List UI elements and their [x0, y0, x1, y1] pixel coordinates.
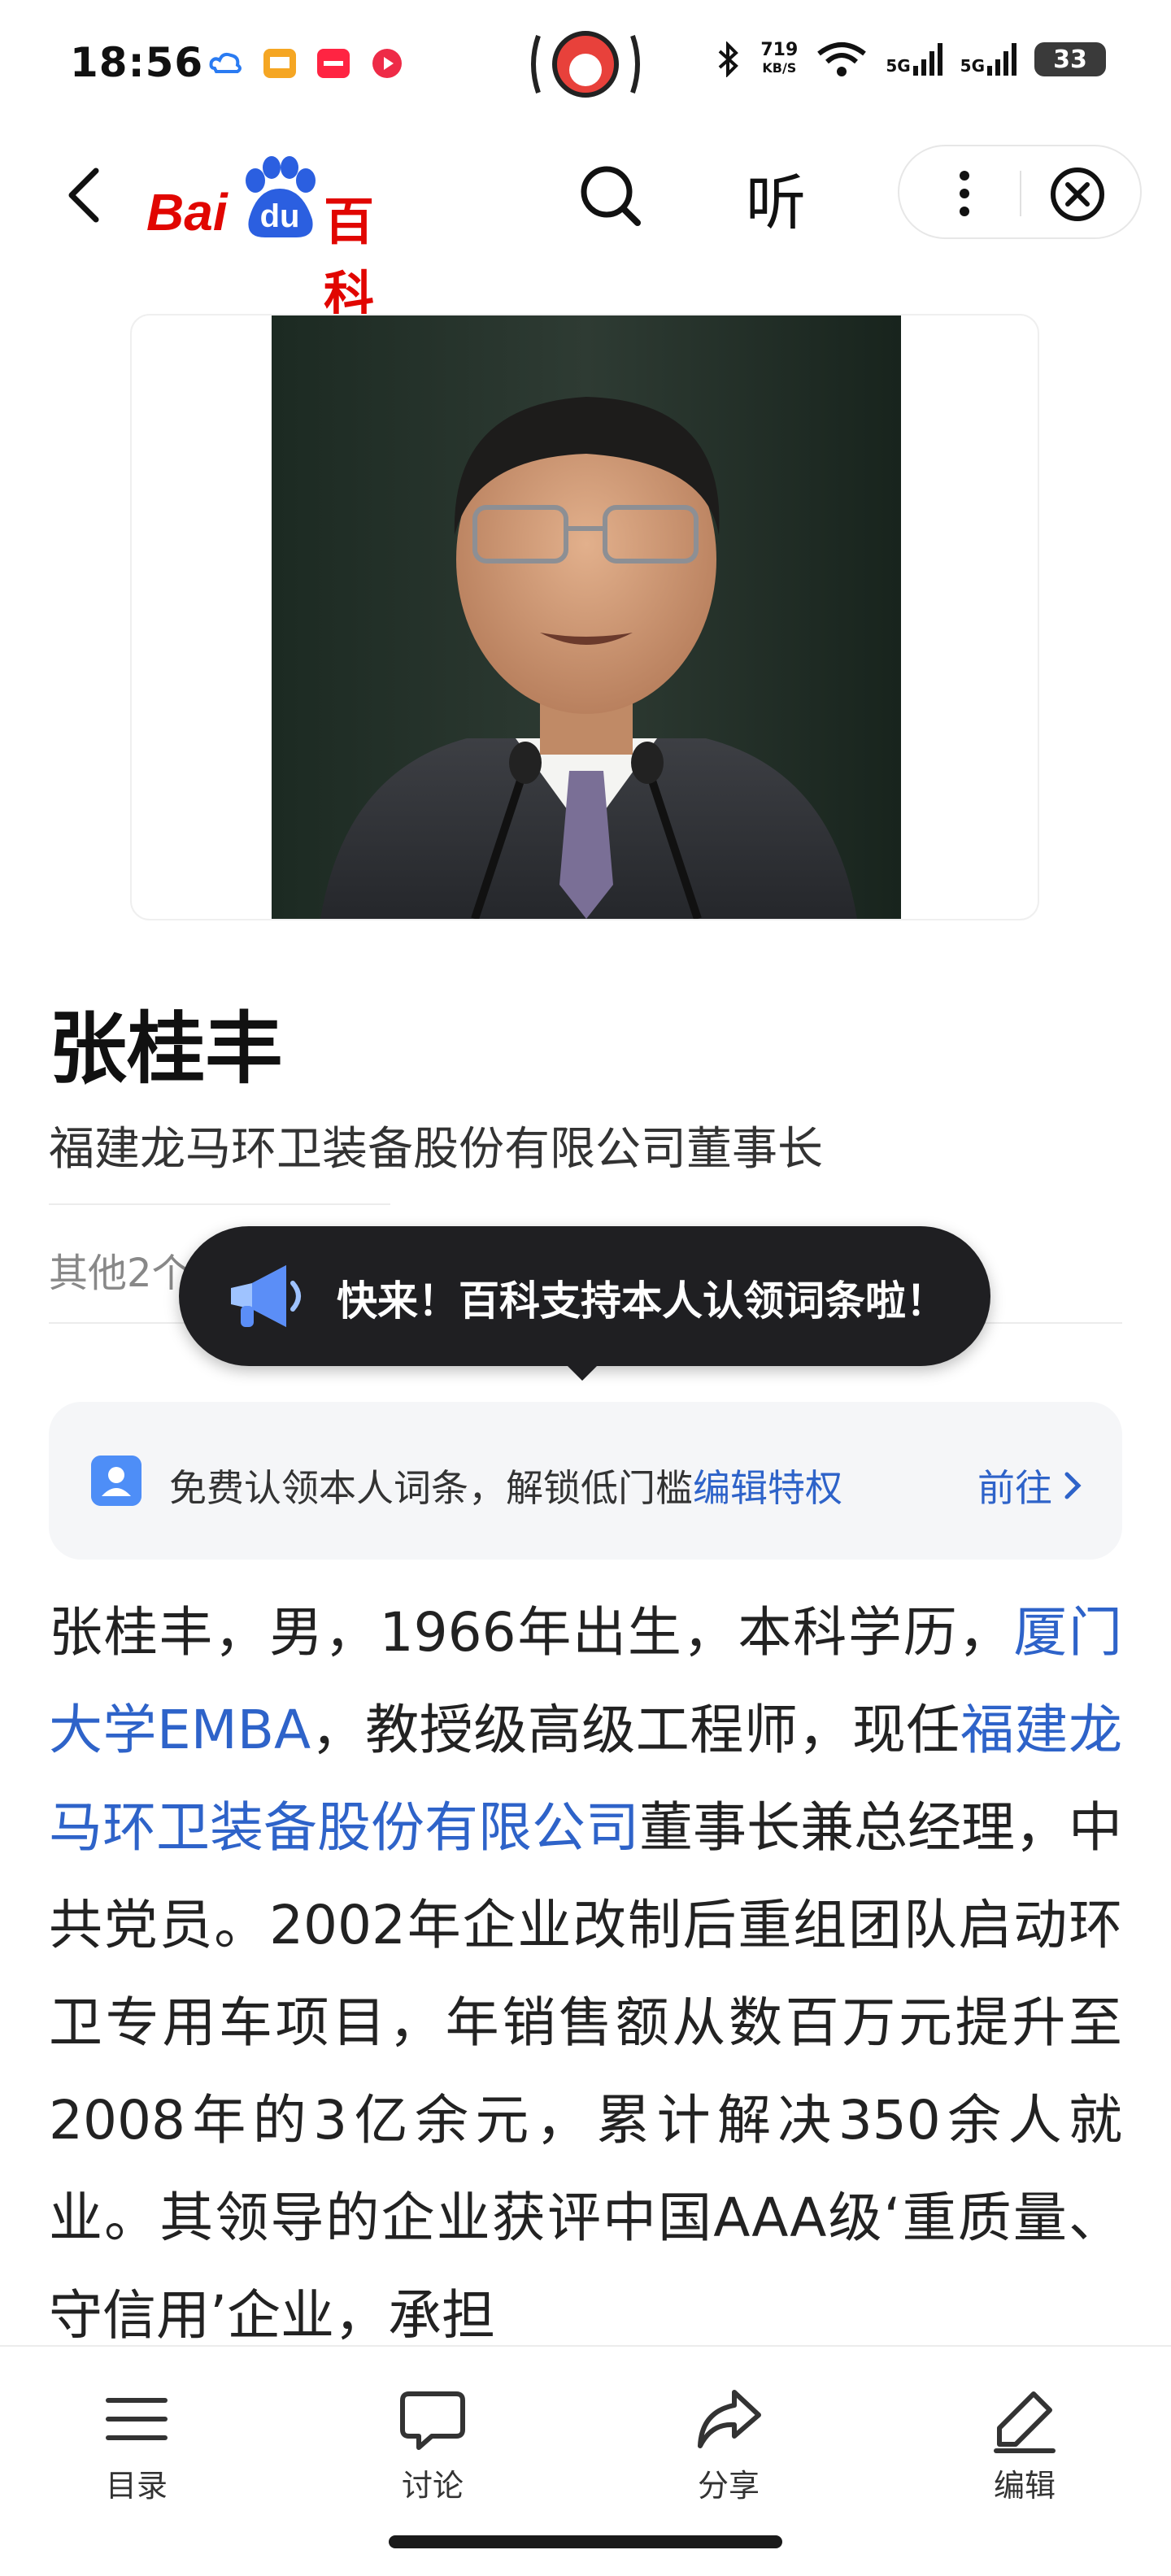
- megaphone-icon: [231, 1265, 301, 1327]
- listen-button[interactable]: 听: [735, 154, 816, 242]
- book-app-icon: [263, 49, 296, 78]
- catalog-label: 目录: [105, 2468, 168, 2504]
- baidu-baike-logo[interactable]: Bai du 百科: [146, 146, 423, 324]
- video-app-icon: [372, 49, 402, 78]
- home-indicator[interactable]: [389, 2535, 782, 2548]
- chevron-right-icon: [1064, 1472, 1082, 1499]
- user-profile-icon: [91, 1456, 141, 1506]
- signal-bars-icon: [987, 43, 1016, 76]
- claim-text: 免费认领本人词条，解锁低门槛编辑特权: [169, 1459, 842, 1512]
- close-icon[interactable]: [1046, 163, 1109, 226]
- portrait-photo: [272, 315, 901, 919]
- signal-2-label: 5G: [960, 56, 985, 76]
- cloud-app-icon: [209, 52, 242, 73]
- claim-banner[interactable]: 免费认领本人词条，解锁低门槛编辑特权 前往: [49, 1402, 1122, 1560]
- bluetooth-icon: [719, 41, 739, 77]
- more-options-icon[interactable]: [935, 164, 994, 223]
- portrait-card[interactable]: [130, 314, 1039, 920]
- tooltip-arrow: [564, 1363, 600, 1381]
- claim-go-button[interactable]: 前往: [977, 1459, 1083, 1512]
- system-indicators: 719 KB/S 5G 5G 33: [715, 41, 1106, 78]
- discuss-label: 讨论: [401, 2468, 464, 2504]
- pencil-icon: [994, 2391, 1056, 2453]
- claim-go-label: 前往: [977, 1466, 1052, 1510]
- article-text: 张桂丰，男，1966年出生，本科学历，: [49, 1601, 1014, 1664]
- share-label: 分享: [697, 2468, 760, 2504]
- capsule-divider: [1020, 171, 1021, 216]
- wifi-icon: [817, 42, 867, 76]
- back-arrow-icon[interactable]: [54, 163, 119, 228]
- divider: [49, 1203, 390, 1205]
- entry-title: 张桂丰: [49, 1003, 283, 1094]
- signal-2: 5G: [960, 43, 1016, 76]
- share-icon: [698, 2390, 761, 2448]
- network-speed-unit: KB/S: [762, 60, 797, 76]
- edit-button[interactable]: 编辑: [943, 2382, 1106, 2505]
- signal-bars-icon: [912, 43, 942, 76]
- network-speed: 719 KB/S: [760, 41, 798, 77]
- notification-icons: [207, 46, 407, 81]
- catalog-button[interactable]: 目录: [55, 2382, 218, 2505]
- status-bar: 18:56 719 KB/S 5G 5G 33: [0, 0, 1171, 122]
- logo-du-text: du: [259, 198, 300, 234]
- network-speed-value: 719: [760, 40, 799, 60]
- chat-bubble-icon: [400, 2391, 465, 2450]
- article-text: ，教授级高级工程师，现任: [311, 1699, 960, 1761]
- status-time: 18:56: [70, 39, 204, 86]
- list-icon: [106, 2398, 168, 2440]
- dynamic-island: [529, 28, 642, 114]
- claim-text-main: 免费认领本人词条，解锁低门槛: [169, 1466, 693, 1510]
- edit-privilege-link[interactable]: 编辑特权: [693, 1466, 842, 1510]
- signal-1-label: 5G: [886, 56, 911, 76]
- logo-bai-text: Bai: [146, 183, 228, 242]
- xiaohongshu-app-icon: [317, 49, 350, 78]
- tooltip-text: 快来！百科支持本人认领词条啦！: [337, 1277, 947, 1325]
- claim-tooltip[interactable]: 快来！百科支持本人认领词条啦！: [179, 1226, 990, 1366]
- signal-1: 5G: [886, 43, 942, 76]
- article-text: 董事长兼总经理，中共党员。2002年企业改制后重组团队启动环卫专用车项目，年销售…: [49, 1796, 1122, 2347]
- article-body: 张桂丰，男，1966年出生，本科学历，厦门大学EMBA，教授级高级工程师，现任福…: [49, 1584, 1122, 2348]
- mini-program-capsule: [898, 145, 1142, 239]
- battery-indicator: 33: [1034, 42, 1106, 76]
- navigation-bar: Bai du 百科 听: [0, 122, 1171, 324]
- entry-subtitle: 福建龙马环卫装备股份有限公司董事长: [49, 1123, 823, 1176]
- logo-baike-text: 百科: [324, 192, 375, 324]
- share-button[interactable]: 分享: [647, 2382, 810, 2505]
- edit-label: 编辑: [993, 2468, 1056, 2504]
- discuss-button[interactable]: 讨论: [351, 2382, 514, 2505]
- search-icon[interactable]: [572, 158, 647, 233]
- shopping-618-icon: [531, 31, 640, 98]
